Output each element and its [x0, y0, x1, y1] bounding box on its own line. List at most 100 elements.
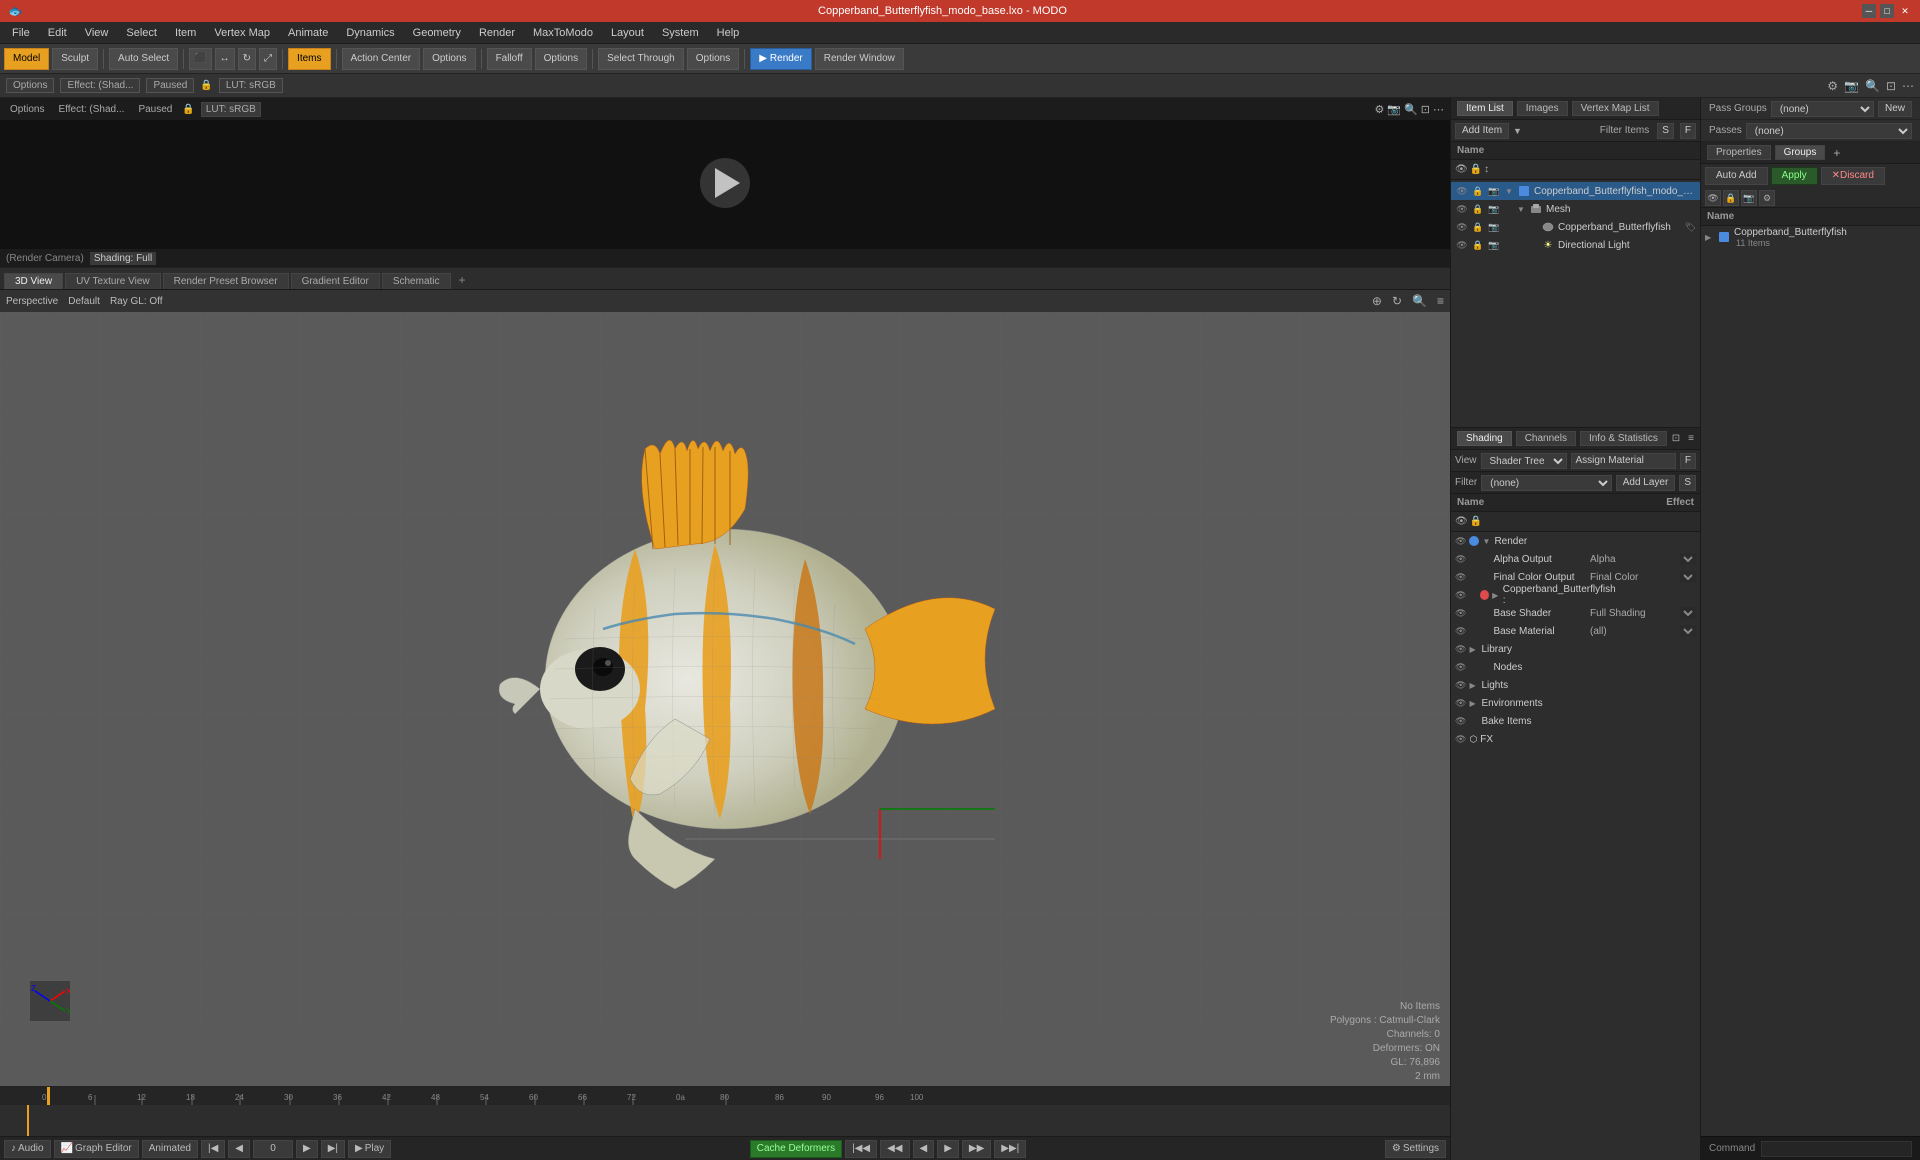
render-window-button[interactable]: Render Window: [815, 48, 904, 70]
sh-eye-render[interactable]: 👁: [1455, 536, 1466, 547]
alpha-effect-dropdown[interactable]: ▼: [1680, 553, 1696, 565]
step-fwd-button[interactable]: ▶: [296, 1140, 318, 1158]
base-mat-dropdown[interactable]: ▼: [1680, 625, 1696, 637]
tab-gradient[interactable]: Gradient Editor: [291, 273, 380, 289]
shader-f-key[interactable]: F: [1680, 453, 1696, 469]
vp-fit-icon[interactable]: ⊡: [1886, 79, 1896, 93]
shader-environments[interactable]: 👁 ▶ Environments: [1451, 694, 1700, 712]
render-icon-scene[interactable]: 📷: [1487, 184, 1501, 198]
render-button[interactable]: ▶ Render: [750, 48, 812, 70]
tree-item-mesh-group[interactable]: 👁 🔒 📷 ▼ Mesh: [1451, 200, 1700, 218]
sh-eye-lights[interactable]: 👁: [1455, 680, 1466, 691]
render-camera-label[interactable]: (Render Camera): [6, 253, 84, 264]
shader-tree-dropdown[interactable]: Shader Tree: [1481, 453, 1567, 469]
tab-item-list[interactable]: Item List: [1457, 101, 1513, 116]
il-icon-3[interactable]: ↕: [1484, 164, 1489, 175]
tab-info-stats[interactable]: Info & Statistics: [1580, 431, 1667, 446]
grp-icon-1[interactable]: 👁: [1705, 190, 1721, 206]
items-button[interactable]: Items: [288, 48, 330, 70]
group-arrow[interactable]: ▶: [1705, 233, 1717, 242]
shader-bake-items[interactable]: 👁 ▶ Bake Items: [1451, 712, 1700, 730]
shader-render[interactable]: 👁 ▼ Render: [1451, 532, 1700, 550]
timeline-track[interactable]: [0, 1105, 1450, 1136]
tab-groups[interactable]: Groups: [1775, 145, 1826, 160]
transport-icon-5[interactable]: ▶▶: [962, 1140, 991, 1158]
filter-f-button[interactable]: F: [1680, 123, 1696, 139]
vp-more-icon[interactable]: ⋯: [1902, 79, 1914, 93]
group-item-copperband[interactable]: ▶ Copperband_Butterflyfish 11 Items: [1701, 228, 1920, 246]
shader-fx[interactable]: 👁 ⬡ FX: [1451, 730, 1700, 748]
eye-icon-mesh[interactable]: 👁: [1455, 202, 1469, 216]
vp-rotate-icon[interactable]: ↻: [1392, 294, 1402, 308]
filter-s-button[interactable]: S: [1657, 123, 1674, 139]
next-frame-button[interactable]: ▶|: [321, 1140, 345, 1158]
shader-base-shader[interactable]: 👁 ▶ Base Shader Full Shading ▼: [1451, 604, 1700, 622]
menu-system[interactable]: System: [654, 25, 707, 41]
options-item[interactable]: Options: [6, 78, 54, 93]
tree-item-scene[interactable]: 👁 🔒 📷 ▼ Copperband_Butterflyfish_modo_b …: [1451, 182, 1700, 200]
vp-snap-icon[interactable]: ⊕: [1372, 294, 1382, 308]
render-icon-mesh[interactable]: 📷: [1487, 202, 1501, 216]
lock-icon-mesh[interactable]: 🔒: [1471, 202, 1485, 216]
select-through-button[interactable]: Select Through: [598, 48, 684, 70]
timeline-ruler[interactable]: 0 6 12 18 24 30 36: [0, 1087, 1450, 1105]
final-effect-dropdown[interactable]: ▼: [1680, 571, 1696, 583]
minimize-button[interactable]: ─: [1862, 4, 1876, 18]
sh-eye-final[interactable]: 👁: [1455, 572, 1466, 583]
lights-arrow[interactable]: ▶: [1469, 681, 1481, 690]
options2-button[interactable]: Options: [535, 48, 587, 70]
lib-arrow[interactable]: ▶: [1469, 645, 1481, 654]
transport-icon-3[interactable]: ◀: [913, 1140, 935, 1158]
play-button[interactable]: [700, 158, 750, 208]
shading-expand-icon[interactable]: ⊡: [1672, 433, 1680, 444]
lock-icon-scene[interactable]: 🔒: [1471, 184, 1485, 198]
eye-icon-fish[interactable]: 👁: [1455, 220, 1469, 234]
assign-material-dropdown[interactable]: Assign Material: [1571, 453, 1676, 469]
il-icon-2[interactable]: 🔒: [1470, 164, 1482, 175]
transform-btn-4[interactable]: ⤢: [259, 48, 277, 70]
passes-dropdown[interactable]: (none): [1746, 123, 1912, 139]
tree-item-fish-mesh[interactable]: 👁 🔒 📷 ▶ Copperband_Butterflyfish: [1451, 218, 1700, 236]
menu-help[interactable]: Help: [709, 25, 748, 41]
options3-button[interactable]: Options: [687, 48, 739, 70]
grp-icon-2[interactable]: 🔒: [1723, 190, 1739, 206]
base-shader-dropdown[interactable]: ▼: [1680, 607, 1696, 619]
vp-settings-icon[interactable]: ⚙: [1827, 79, 1838, 93]
tab-images[interactable]: Images: [1517, 101, 1568, 116]
settings-button[interactable]: ⚙ Settings: [1385, 1140, 1446, 1158]
audio-button[interactable]: ♪ Audio: [4, 1140, 51, 1158]
play-button-timeline[interactable]: ▶ Play: [348, 1140, 391, 1158]
shader-s-key[interactable]: S: [1679, 475, 1696, 491]
eye-icon-light[interactable]: 👁: [1455, 238, 1469, 252]
transport-icon-4[interactable]: ▶: [937, 1140, 959, 1158]
sh-icon-2[interactable]: 🔒: [1470, 516, 1482, 527]
vp-default-label[interactable]: Default: [68, 296, 100, 307]
transport-icon-2[interactable]: ◀◀: [880, 1140, 909, 1158]
transport-icon-6[interactable]: ▶▶|: [994, 1140, 1026, 1158]
sh-eye-copper[interactable]: 👁: [1455, 590, 1466, 601]
status-item[interactable]: Paused: [146, 78, 194, 93]
eye-icon-scene[interactable]: 👁: [1455, 184, 1469, 198]
shader-lights[interactable]: 👁 ▶ Lights: [1451, 676, 1700, 694]
il-icon-1[interactable]: 👁: [1455, 164, 1468, 175]
filter-dropdown[interactable]: (none): [1481, 475, 1612, 491]
effect-item[interactable]: Effect: (Shad...: [60, 78, 140, 93]
preview-lock-icon[interactable]: 🔒: [182, 104, 194, 115]
preview-icon-2[interactable]: 📷: [1387, 103, 1401, 116]
render-icon-light[interactable]: 📷: [1487, 238, 1501, 252]
menu-select[interactable]: Select: [118, 25, 165, 41]
menu-edit[interactable]: Edit: [40, 25, 75, 41]
sh-eye-bake[interactable]: 👁: [1455, 716, 1466, 727]
sh-eye-base-mat[interactable]: 👁: [1455, 626, 1466, 637]
animated-button[interactable]: Animated: [142, 1140, 198, 1158]
shader-alpha-output[interactable]: 👁 ▶ Alpha Output Alpha ▼: [1451, 550, 1700, 568]
add-layer-btn[interactable]: Add Layer: [1616, 475, 1676, 491]
lock-icon-light[interactable]: 🔒: [1471, 238, 1485, 252]
sh-eye-base-shader[interactable]: 👁: [1455, 608, 1466, 619]
grp-icon-3[interactable]: 📷: [1741, 190, 1757, 206]
tree-arrow-scene[interactable]: ▼: [1505, 187, 1517, 196]
preview-effect[interactable]: Effect: (Shad...: [54, 104, 128, 115]
auto-select-button[interactable]: Auto Select: [109, 48, 178, 70]
viewport-3d[interactable]: Perspective Default Ray GL: Off ⊕ ↻ 🔍 ≡: [0, 290, 1450, 1086]
sh-eye-env[interactable]: 👁: [1455, 698, 1466, 709]
